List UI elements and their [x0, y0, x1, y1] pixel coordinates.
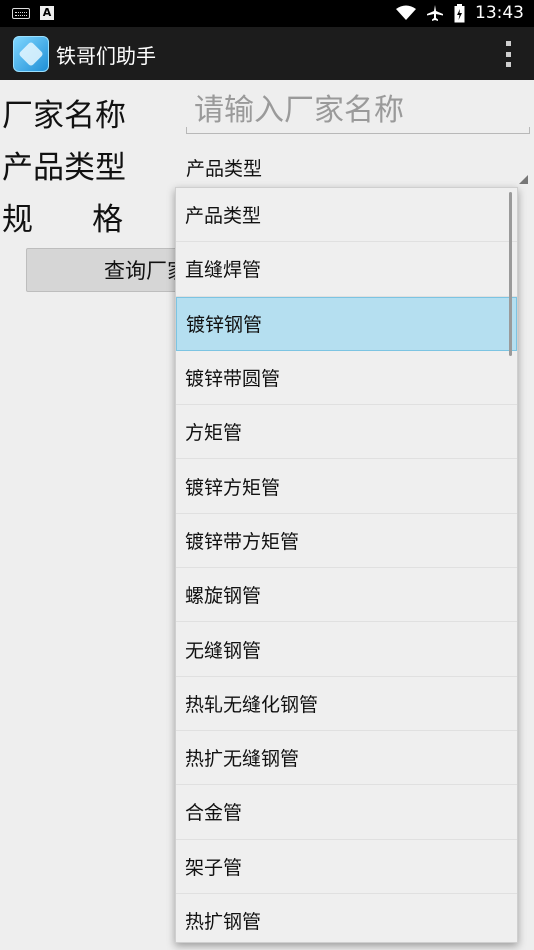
- notification-a-icon: A: [40, 6, 54, 20]
- manufacturer-label: 厂家名称: [2, 98, 126, 134]
- dropdown-item[interactable]: 无缝钢管: [176, 622, 517, 677]
- action-bar: 铁哥们助手: [0, 27, 534, 80]
- overflow-menu-icon[interactable]: [504, 41, 512, 67]
- clock: 13:43: [475, 3, 524, 23]
- dropdown-item[interactable]: 产品类型: [176, 188, 517, 243]
- dropdown-item[interactable]: 镀锌带圆管: [176, 351, 517, 406]
- product-type-spinner[interactable]: 产品类型: [184, 148, 530, 186]
- wifi-icon: [396, 5, 416, 20]
- app-title: 铁哥们助手: [56, 44, 156, 68]
- dropdown-item[interactable]: 镀锌钢管: [176, 296, 517, 351]
- dropdown-item[interactable]: 镀锌方矩管: [176, 459, 517, 514]
- dropdown-item[interactable]: 螺旋钢管: [176, 568, 517, 623]
- dropdown-scrollbar[interactable]: [509, 192, 512, 356]
- manufacturer-input[interactable]: [194, 90, 524, 130]
- airplane-mode-icon: [427, 5, 443, 21]
- dropdown-item[interactable]: 合金管: [176, 785, 517, 840]
- status-bar: A 13:43: [0, 0, 534, 27]
- app-icon: [13, 36, 49, 72]
- dropdown-item[interactable]: 直缝焊管: [176, 242, 517, 297]
- product-type-dropdown: 产品类型 直缝焊管 镀锌钢管 镀锌带圆管 方矩管 镀锌方矩管 镀锌带方矩管 螺旋钢管 无缝钢管热…: [175, 187, 518, 943]
- dropdown-item[interactable]: 方矩管: [176, 405, 517, 460]
- spec-label: 规 格: [2, 202, 124, 238]
- dropdown-item[interactable]: 镀锌带方矩管: [176, 514, 517, 569]
- product-type-selected: 产品类型: [186, 158, 263, 180]
- product-type-label: 产品类型: [2, 150, 126, 186]
- dropdown-item[interactable]: 架子管: [176, 840, 517, 894]
- dropdown-item[interactable]: 热轧无缝化钢管: [176, 677, 517, 731]
- keyboard-icon: [12, 7, 30, 19]
- dropdown-list: 产品类型 直缝焊管 镀锌钢管 镀锌带圆管 方矩管 镀锌方矩管 镀锌带方矩管 螺旋钢管 无缝钢管热…: [176, 188, 517, 942]
- dropdown-item[interactable]: 热扩无缝钢管: [176, 731, 517, 786]
- battery-icon: [454, 3, 465, 22]
- dropdown-arrow-icon: [519, 175, 528, 184]
- manufacturer-field: [186, 86, 530, 134]
- dropdown-item[interactable]: 热扩钢管: [176, 894, 517, 942]
